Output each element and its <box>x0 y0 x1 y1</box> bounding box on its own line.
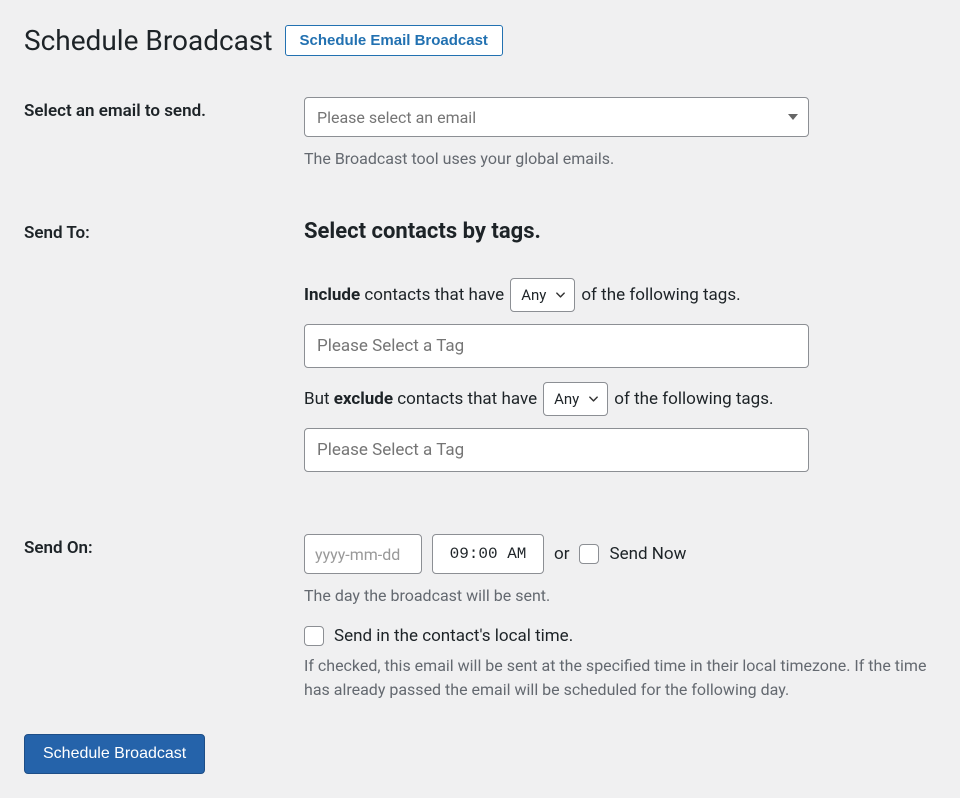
chevron-down-icon <box>588 394 599 405</box>
exclude-tag-input[interactable]: Please Select a Tag <box>304 428 809 472</box>
include-strong: Include <box>304 285 360 305</box>
send-on-help: The day the broadcast will be sent. <box>304 584 936 608</box>
or-text: or <box>554 544 569 564</box>
send-date-input[interactable]: yyyy-mm-dd <box>304 534 422 574</box>
send-date-placeholder: yyyy-mm-dd <box>315 545 400 564</box>
include-tag-placeholder: Please Select a Tag <box>317 336 464 356</box>
include-mode-select[interactable]: Any <box>510 278 575 312</box>
schedule-broadcast-button[interactable]: Schedule Broadcast <box>24 734 205 774</box>
send-to-label: Send To: <box>24 219 304 243</box>
local-time-checkbox[interactable] <box>304 626 324 646</box>
caret-down-icon <box>788 114 798 120</box>
exclude-strong: exclude <box>334 389 393 409</box>
local-time-help: If checked, this email will be sent at t… <box>304 654 936 702</box>
exclude-mode-value: Any <box>554 390 579 408</box>
exclude-post: of the following tags. <box>614 389 773 409</box>
exclude-pre: But <box>304 389 334 409</box>
include-mode-value: Any <box>521 286 546 304</box>
exclude-tag-placeholder: Please Select a Tag <box>317 440 464 460</box>
send-now-label: Send Now <box>609 544 686 564</box>
schedule-email-broadcast-button[interactable]: Schedule Email Broadcast <box>285 25 503 56</box>
chevron-down-icon <box>555 290 566 301</box>
exclude-mid: contacts that have <box>393 389 537 409</box>
page-title: Schedule Broadcast <box>24 24 273 57</box>
email-select-label: Select an email to send. <box>24 97 304 121</box>
send-time-input[interactable]: 09:00 AM <box>432 534 544 574</box>
include-mid: contacts that have <box>360 285 504 305</box>
email-select-help: The Broadcast tool uses your global emai… <box>304 147 936 171</box>
local-time-label: Send in the contact's local time. <box>334 626 573 646</box>
email-select-placeholder: Please select an email <box>317 108 476 127</box>
exclude-mode-select[interactable]: Any <box>543 382 608 416</box>
select-contacts-title: Select contacts by tags. <box>304 219 936 244</box>
email-select[interactable]: Please select an email <box>304 97 809 137</box>
send-now-checkbox[interactable] <box>579 544 599 564</box>
include-post: of the following tags. <box>581 285 740 305</box>
send-on-label: Send On: <box>24 534 304 558</box>
send-time-value: 09:00 AM <box>450 545 527 563</box>
include-tag-input[interactable]: Please Select a Tag <box>304 324 809 368</box>
